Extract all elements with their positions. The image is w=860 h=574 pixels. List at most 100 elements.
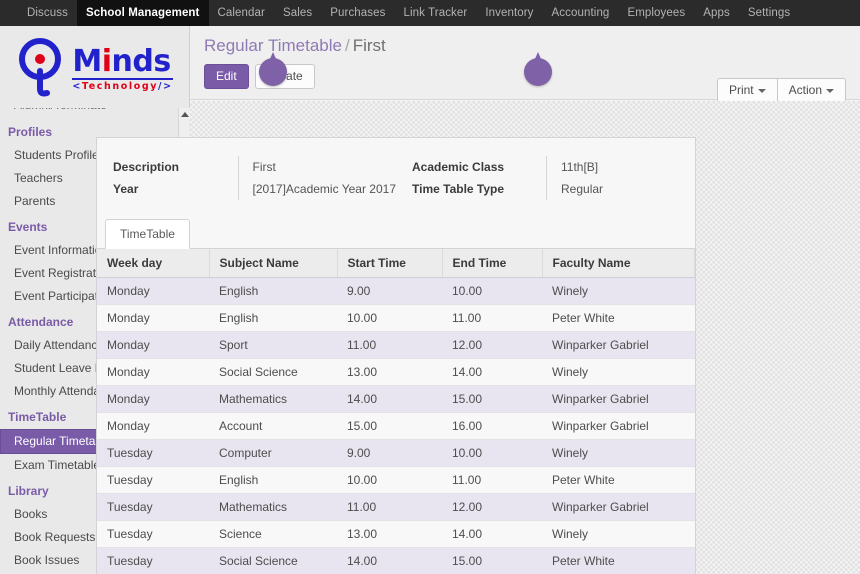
cell-faculty-name: Winely xyxy=(542,358,695,386)
form-fields-left-group: Description Year First [2017]Academic Ye… xyxy=(97,156,396,200)
breadcrumb-separator: / xyxy=(344,36,350,55)
field-value-year[interactable]: [2017]Academic Year 2017 xyxy=(253,178,396,200)
edit-button[interactable]: Edit xyxy=(204,64,249,89)
cell-week-day: Tuesday xyxy=(97,493,209,521)
cell-end-time: 14.00 xyxy=(442,520,542,548)
nav-item-link-tracker[interactable]: Link Tracker xyxy=(394,0,476,26)
cell-start-time: 13.00 xyxy=(337,520,442,548)
cell-subject-name: Mathematics xyxy=(209,385,337,413)
nav-item-employees[interactable]: Employees xyxy=(618,0,694,26)
timetable-header-row: Week day Subject Name Start Time End Tim… xyxy=(97,249,695,278)
cell-week-day: Monday xyxy=(97,304,209,332)
nav-item-settings[interactable]: Settings xyxy=(739,0,799,26)
cell-faculty-name: Winparker Gabriel xyxy=(542,331,695,359)
breadcrumb: Regular Timetable / First xyxy=(204,36,846,56)
control-panel: Regular Timetable / First Edit Create Prin… xyxy=(190,26,860,103)
table-row[interactable]: Monday Mathematics 14.00 15.00 Winparker Gab… xyxy=(97,385,695,413)
cell-subject-name: Sport xyxy=(209,331,337,359)
cell-subject-name: English xyxy=(209,277,337,305)
breadcrumb-parent[interactable]: Regular Timetable xyxy=(204,36,342,55)
cell-end-time: 10.00 xyxy=(442,439,542,467)
column-header-start-time[interactable]: Start Time xyxy=(337,249,443,278)
action-label: Action xyxy=(788,83,822,97)
nav-item-purchases[interactable]: Purchases xyxy=(321,0,394,26)
cell-end-time: 12.00 xyxy=(442,493,542,521)
cell-start-time: 11.00 xyxy=(337,331,442,359)
timetable-header: Week day Subject Name Start Time End Tim… xyxy=(97,249,695,278)
cell-start-time: 9.00 xyxy=(337,439,442,467)
tab-timetable[interactable]: TimeTable xyxy=(105,219,190,249)
cell-subject-name: Account xyxy=(209,412,337,440)
cell-start-time: 10.00 xyxy=(337,466,442,494)
cell-faculty-name: Winely xyxy=(542,277,695,305)
field-label-academic-class: Academic Class xyxy=(412,160,505,174)
sidebar-item-alumni-terminate[interactable]: Alumni/Terminate xyxy=(0,108,190,118)
cell-faculty-name: Winparker Gabriel xyxy=(542,385,695,413)
timetable-list: Week day Subject Name Start Time End Tim… xyxy=(97,249,695,574)
cell-end-time: 11.00 xyxy=(442,466,542,494)
table-row[interactable]: Monday Sport 11.00 12.00 Winparker Gabriel xyxy=(97,331,695,359)
cell-subject-name: Social Science xyxy=(209,547,337,574)
cell-subject-name: Social Science xyxy=(209,358,337,386)
cell-start-time: 14.00 xyxy=(337,547,442,574)
field-value-academic-class[interactable]: 11th[B] xyxy=(561,156,695,178)
table-row[interactable]: Monday Account 15.00 16.00 Winparker Gabriel xyxy=(97,412,695,440)
cell-subject-name: Computer xyxy=(209,439,337,467)
field-value-description[interactable]: First xyxy=(253,156,396,178)
cell-faculty-name: Peter White xyxy=(542,466,695,494)
nav-item-accounting[interactable]: Accounting xyxy=(543,0,619,26)
table-row[interactable]: Tuesday Mathematics 11.00 12.00 Winparker Ga… xyxy=(97,493,695,521)
table-row[interactable]: Tuesday English 10.00 11.00 Peter White xyxy=(97,466,695,494)
cell-subject-name: Mathematics xyxy=(209,493,337,521)
cell-week-day: Tuesday xyxy=(97,520,209,548)
nav-item-apps[interactable]: Apps xyxy=(694,0,739,26)
nav-item-sales[interactable]: Sales xyxy=(274,0,321,26)
app-logo[interactable]: Minds <Technology/> xyxy=(0,26,189,108)
nav-item-inventory[interactable]: Inventory xyxy=(476,0,542,26)
nav-item-calendar[interactable]: Calendar xyxy=(209,0,274,26)
column-header-faculty-name[interactable]: Faculty Name xyxy=(542,249,695,278)
form-fields: Description Year First [2017]Academic Ye… xyxy=(97,156,695,218)
cell-subject-name: Science xyxy=(209,520,337,548)
nav-item-school-management[interactable]: School Management xyxy=(76,0,209,26)
field-label-year: Year xyxy=(113,182,139,196)
cell-start-time: 14.00 xyxy=(337,385,442,413)
table-row[interactable]: Tuesday Social Science 14.00 15.00 Peter Whi… xyxy=(97,547,695,574)
print-dropdown-button[interactable]: Print xyxy=(716,78,778,103)
cell-week-day: Monday xyxy=(97,385,209,413)
form-fields-right-group: Academic Class Time Table Type 11th[B] R… xyxy=(396,156,695,200)
column-header-end-time[interactable]: End Time xyxy=(442,249,543,278)
top-navigation-bar: Discuss School Management Calendar Sales Pur… xyxy=(0,0,860,26)
cell-faculty-name: Winely xyxy=(542,439,695,467)
action-dropdown-button[interactable]: Action xyxy=(777,78,846,103)
cell-start-time: 15.00 xyxy=(337,412,442,440)
table-row[interactable]: Tuesday Computer 9.00 10.00 Winely xyxy=(97,439,695,467)
cell-subject-name: English xyxy=(209,304,337,332)
cell-end-time: 10.00 xyxy=(442,277,542,305)
nav-item-discuss[interactable]: Discuss xyxy=(18,0,77,26)
table-row[interactable]: Tuesday Science 13.00 14.00 Winely xyxy=(97,520,695,548)
column-header-subject-name[interactable]: Subject Name xyxy=(209,249,338,278)
field-label-description: Description xyxy=(113,160,180,174)
cell-week-day: Tuesday xyxy=(97,466,209,494)
cell-faculty-name: Winparker Gabriel xyxy=(542,412,695,440)
cell-end-time: 11.00 xyxy=(442,304,542,332)
breadcrumb-current: First xyxy=(352,36,386,55)
chevron-down-icon xyxy=(826,88,834,93)
scroll-up-arrow-icon[interactable] xyxy=(179,108,190,120)
cell-start-time: 10.00 xyxy=(337,304,442,332)
cell-end-time: 16.00 xyxy=(442,412,542,440)
table-row[interactable]: Monday English 9.00 10.00 Winely xyxy=(97,277,695,305)
table-row[interactable]: Monday English 10.00 11.00 Peter White xyxy=(97,304,695,332)
create-button[interactable]: Create xyxy=(254,64,315,89)
cell-week-day: Monday xyxy=(97,331,209,359)
column-header-week-day[interactable]: Week day xyxy=(97,249,210,278)
field-value-time-table-type[interactable]: Regular xyxy=(561,178,695,200)
cell-week-day: Monday xyxy=(97,412,209,440)
cell-week-day: Tuesday xyxy=(97,547,209,574)
table-row[interactable]: Monday Social Science 13.00 14.00 Winely xyxy=(97,358,695,386)
cell-faculty-name: Winely xyxy=(542,520,695,548)
record-form-sheet: Description Year First [2017]Academic Ye… xyxy=(96,137,696,574)
timetable-body: Monday English 9.00 10.00 Winely Monday Englis… xyxy=(97,277,695,574)
cell-end-time: 15.00 xyxy=(442,547,542,574)
